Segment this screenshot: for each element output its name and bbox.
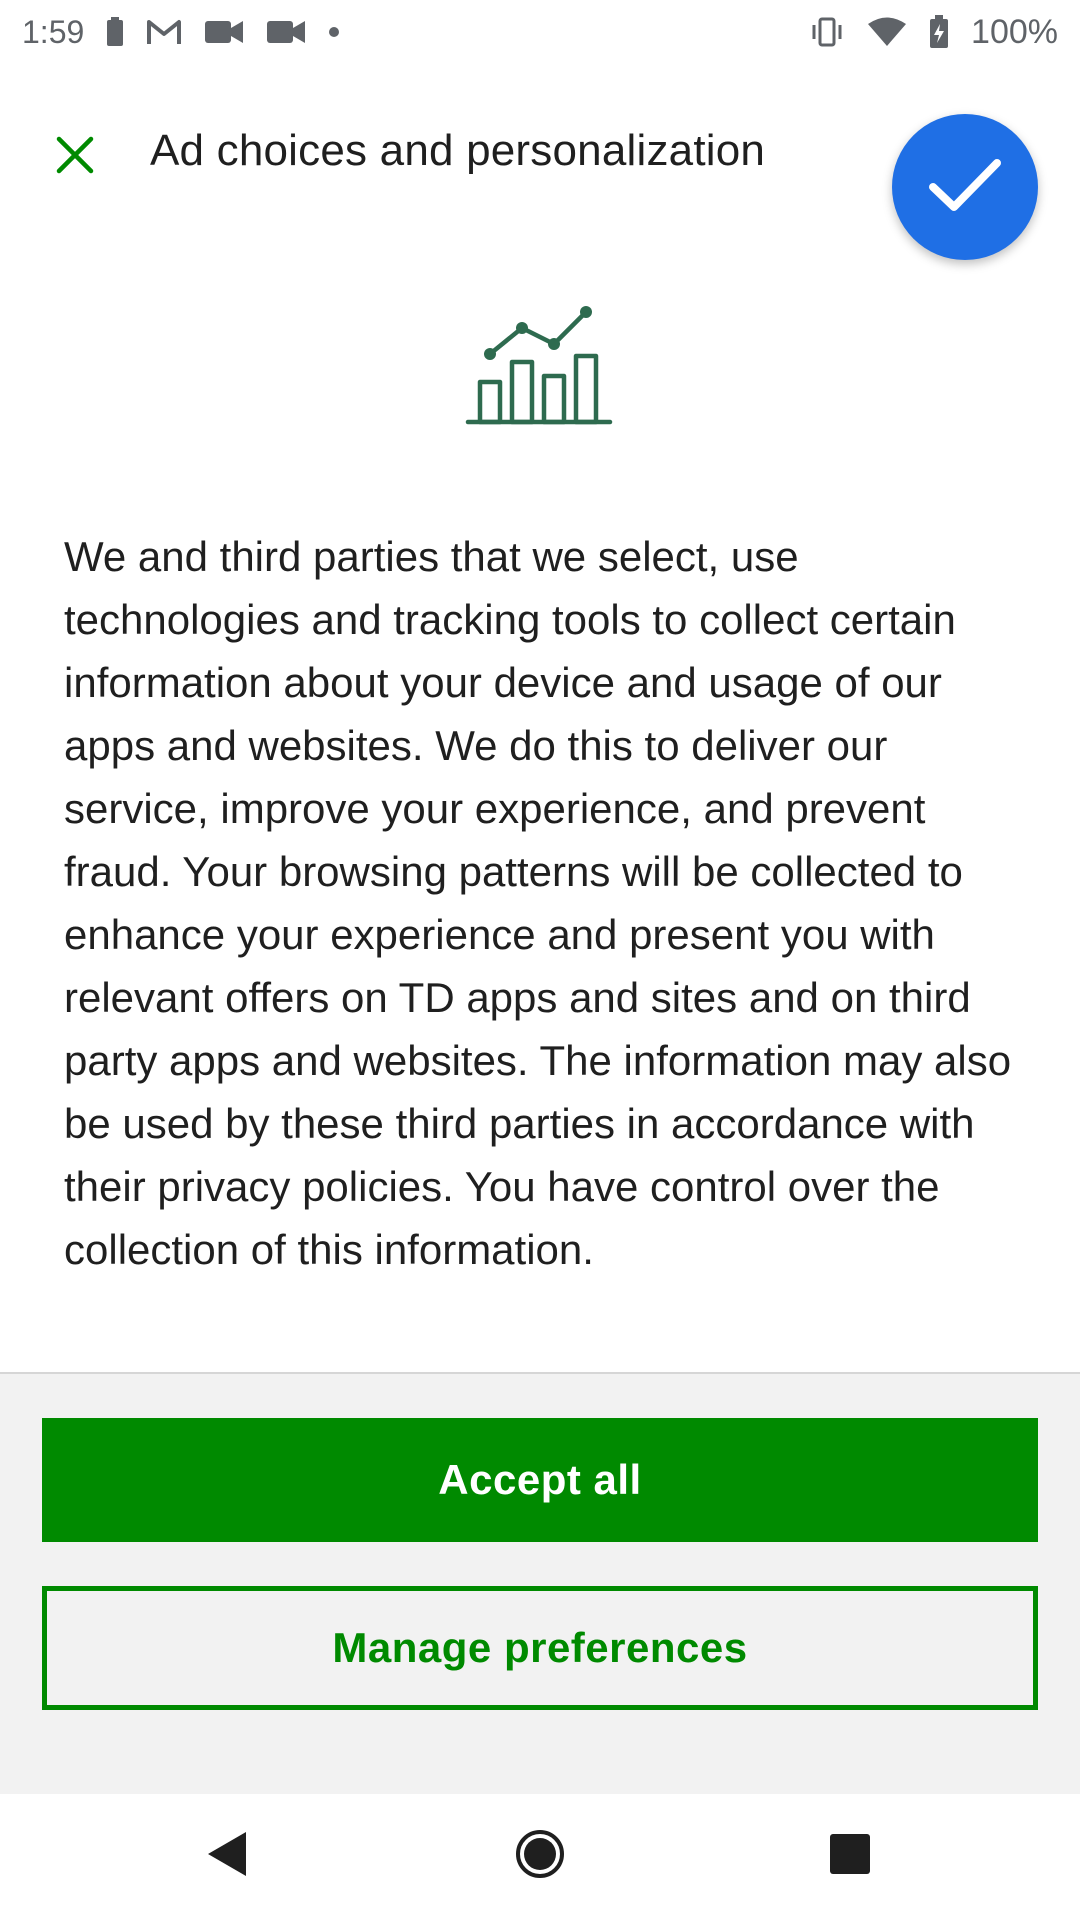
accept-all-button[interactable]: Accept all — [42, 1418, 1038, 1542]
recents-button[interactable] — [810, 1816, 890, 1896]
action-panel: Accept all Manage preferences — [0, 1372, 1080, 1794]
close-button[interactable] — [40, 122, 110, 192]
confirm-button[interactable] — [892, 114, 1038, 260]
vibrate-icon — [809, 17, 845, 47]
system-nav-bar — [0, 1794, 1080, 1920]
status-bar: 1:59 100% — [0, 0, 1080, 64]
wifi-icon — [867, 17, 907, 47]
recents-icon — [829, 1833, 871, 1880]
gmail-icon — [146, 18, 182, 46]
video-call-icon — [266, 19, 306, 45]
page-title: Ad choices and personalization — [150, 126, 766, 175]
analytics-chart-icon — [464, 300, 616, 430]
battery-percent: 100% — [971, 12, 1058, 51]
home-icon — [515, 1829, 565, 1884]
home-button[interactable] — [500, 1816, 580, 1896]
status-time: 1:59 — [22, 13, 85, 50]
back-icon — [204, 1830, 248, 1883]
consent-description: We and third parties that we select, use… — [64, 533, 1012, 1273]
battery-small-icon — [106, 17, 124, 47]
manage-preferences-button[interactable]: Manage preferences — [42, 1586, 1038, 1710]
close-icon — [55, 135, 95, 180]
video-call-icon — [204, 19, 244, 45]
dot-icon — [328, 26, 340, 38]
check-icon — [927, 155, 1003, 220]
battery-charging-icon — [929, 15, 949, 49]
status-bar-left: 1:59 — [22, 14, 340, 51]
status-bar-right: 100% — [809, 13, 1058, 52]
back-button[interactable] — [186, 1816, 266, 1896]
